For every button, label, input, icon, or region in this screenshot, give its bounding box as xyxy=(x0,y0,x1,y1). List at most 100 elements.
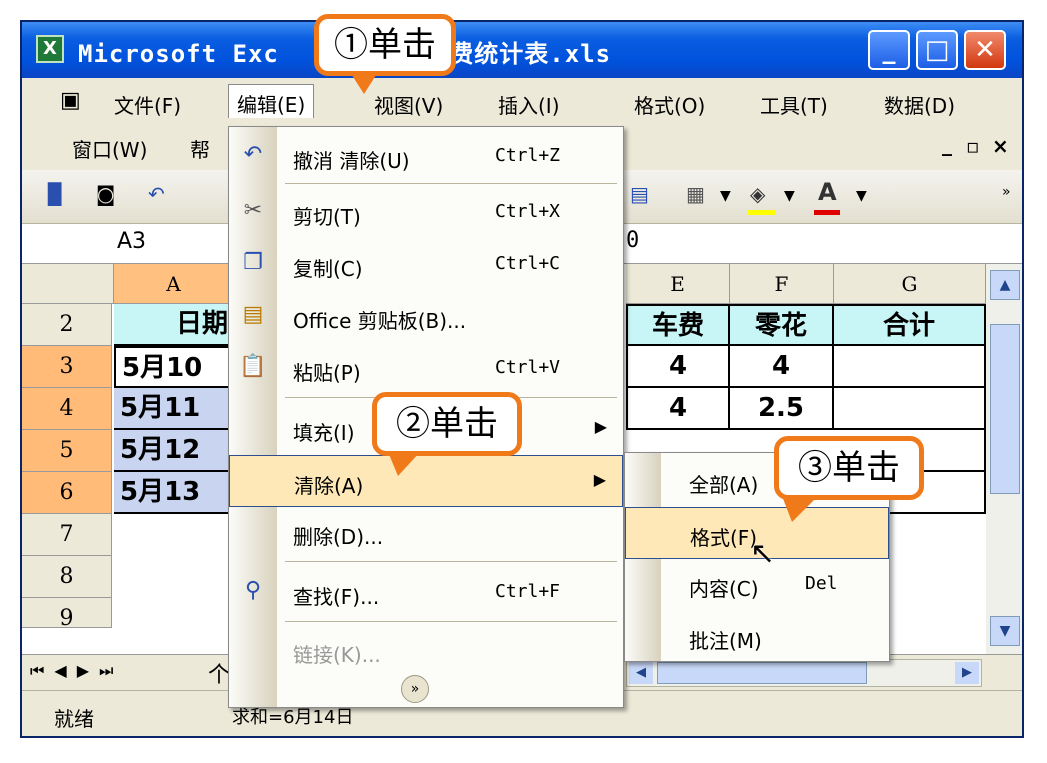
menu-item-clear-label: 清除(A) xyxy=(294,474,364,498)
menu-file[interactable]: 文件(F) xyxy=(114,90,181,119)
menu-data[interactable]: 数据(D) xyxy=(884,90,955,119)
scroll-up-icon[interactable]: ▲ xyxy=(990,270,1020,300)
submenu-item-comments[interactable]: 批注(M) xyxy=(625,611,889,663)
font-color-icon[interactable]: A xyxy=(818,178,837,206)
doc-close-icon[interactable]: × xyxy=(992,134,1009,158)
cell-g4[interactable] xyxy=(834,388,986,430)
menu-item-copy[interactable]: ❐ 复制(C) Ctrl+C xyxy=(229,239,623,291)
row-header-9[interactable]: 9 xyxy=(22,598,112,628)
menu-item-fill-label: 填充(I) xyxy=(293,421,355,445)
submenu-arrow-icon: ▶ xyxy=(594,417,607,436)
select-all-corner[interactable] xyxy=(22,264,114,304)
maximize-button[interactable]: □ xyxy=(916,30,958,70)
cell-g3[interactable] xyxy=(834,346,986,388)
fill-color-icon[interactable]: ◈ xyxy=(750,182,765,210)
menu-format[interactable]: 格式(O) xyxy=(634,90,705,119)
menu-help[interactable]: 帮 xyxy=(190,134,210,163)
doc-restore-icon[interactable]: ▫ xyxy=(966,134,980,158)
cell-f2[interactable]: 零花 xyxy=(730,304,834,346)
toolbar-options-icon[interactable]: » xyxy=(1002,184,1011,212)
menu-item-find[interactable]: ⚲ 查找(F)... Ctrl+F xyxy=(229,567,623,619)
cell-a4[interactable]: 5月11 xyxy=(114,388,234,430)
menu-item-delete[interactable]: 删除(D)... xyxy=(229,507,623,559)
submenu-item-all-label: 全部(A) xyxy=(689,473,759,497)
menu-separator xyxy=(285,621,617,622)
menu-view[interactable]: 视图(V) xyxy=(374,90,443,119)
scroll-left-icon[interactable]: ◀ xyxy=(629,662,653,684)
menu-item-office-clipboard-label: Office 剪贴板(B)... xyxy=(293,309,467,333)
menu-insert[interactable]: 插入(I) xyxy=(498,90,560,119)
cell-f3[interactable]: 4 xyxy=(730,346,834,388)
column-header-f[interactable]: F xyxy=(730,264,834,304)
cell-g2[interactable]: 合计 xyxy=(834,304,986,346)
menu-tools[interactable]: 工具(T) xyxy=(760,90,828,119)
row-header-2[interactable]: 2 xyxy=(22,304,112,346)
column-header-a[interactable]: A xyxy=(114,264,234,304)
scroll-thumb[interactable] xyxy=(990,324,1020,494)
vertical-scrollbar[interactable]: ▲ ▼ xyxy=(986,264,1022,654)
cell-a5[interactable]: 5月12 xyxy=(114,430,234,472)
cell-a2[interactable]: 日期 xyxy=(114,304,234,346)
title-bar[interactable]: X Microsoft Exc .消费统计表.xls _ □ ✕ xyxy=(22,22,1022,78)
minimize-button[interactable]: _ xyxy=(868,30,910,70)
cell-e4[interactable]: 4 xyxy=(626,388,730,430)
camera-icon[interactable]: ◙ xyxy=(96,182,115,210)
menu-separator xyxy=(285,561,617,562)
merge-center-icon[interactable]: ▤ xyxy=(630,182,649,210)
menu-item-clear[interactable]: 清除(A) ▶ xyxy=(229,455,623,507)
expand-menu-icon[interactable]: » xyxy=(401,675,429,703)
doc-minimize-icon[interactable]: _ xyxy=(942,132,952,156)
cell-e2[interactable]: 车费 xyxy=(626,304,730,346)
menu-item-paste-label: 粘贴(P) xyxy=(293,361,361,385)
cell-a6[interactable]: 5月13 xyxy=(114,472,234,514)
scroll-right-icon[interactable]: ▶ xyxy=(955,662,979,684)
row-header-4[interactable]: 4 xyxy=(22,388,112,430)
menu-item-cut-shortcut: Ctrl+X xyxy=(495,201,561,222)
font-color-swatch xyxy=(814,210,840,215)
undo-icon[interactable]: ↶ xyxy=(148,182,165,210)
menu-window[interactable]: 窗口(W) xyxy=(72,134,147,163)
clipboard-icon: ▤ xyxy=(242,302,264,327)
close-icon: ✕ xyxy=(974,35,996,65)
paste-icon: 📋 xyxy=(239,354,267,379)
menu-item-office-clipboard[interactable]: ▤ Office 剪贴板(B)... xyxy=(229,291,623,343)
row-header-8[interactable]: 8 xyxy=(22,556,112,598)
menu-separator xyxy=(285,183,617,184)
callout-step-3-tail xyxy=(782,496,818,522)
save-icon[interactable]: ▉ xyxy=(48,182,63,210)
row-header-7[interactable]: 7 xyxy=(22,514,112,556)
mouse-cursor-icon: ↖ xyxy=(750,536,776,571)
sheet-nav-icons[interactable]: ⏮◀▶⏭ xyxy=(30,661,123,681)
menu-item-find-shortcut: Ctrl+F xyxy=(495,581,561,602)
name-box[interactable]: A3 xyxy=(22,224,242,263)
menu-item-paste[interactable]: 📋 粘贴(P) Ctrl+V xyxy=(229,343,623,395)
submenu-item-contents-shortcut: Del xyxy=(805,573,838,594)
borders-icon[interactable]: ▦ xyxy=(686,182,705,210)
font-color-dropdown-icon[interactable]: ▼ xyxy=(856,188,867,216)
scroll-down-icon[interactable]: ▼ xyxy=(990,616,1020,646)
row-header-6[interactable]: 6 xyxy=(22,472,112,514)
fill-color-dropdown-icon[interactable]: ▼ xyxy=(784,188,795,216)
formula-input[interactable]: 0 xyxy=(626,228,639,253)
menu-edit[interactable]: 编辑(E) xyxy=(228,84,315,118)
row-header-5[interactable]: 5 xyxy=(22,430,112,472)
column-header-e[interactable]: E xyxy=(626,264,730,304)
borders-dropdown-icon[interactable]: ▼ xyxy=(720,188,731,216)
column-header-g[interactable]: G xyxy=(834,264,986,304)
menu-item-paste-shortcut: Ctrl+V xyxy=(495,357,561,378)
excel-icon[interactable]: X xyxy=(36,35,64,63)
close-button[interactable]: ✕ xyxy=(964,30,1006,70)
horizontal-scrollbar[interactable]: ◀ ▶ xyxy=(626,659,982,687)
cell-e3[interactable]: 4 xyxy=(626,346,730,388)
sheet-tab[interactable]: 个 xyxy=(208,657,230,689)
menu-item-cut[interactable]: ✂ 剪切(T) Ctrl+X xyxy=(229,187,623,239)
menu-item-undo[interactable]: ↶ 撤消 清除(U) Ctrl+Z xyxy=(229,131,623,183)
callout-step-1-tail xyxy=(350,72,378,94)
hscroll-thumb[interactable] xyxy=(657,662,867,684)
cell-f4[interactable]: 2.5 xyxy=(730,388,834,430)
cell-a3[interactable]: 5月10 xyxy=(114,346,234,388)
row-header-3[interactable]: 3 xyxy=(22,346,112,388)
minimize-icon: _ xyxy=(882,35,896,65)
excel-doc-icon[interactable]: ▣ xyxy=(60,88,81,113)
menu-item-undo-shortcut: Ctrl+Z xyxy=(495,145,561,166)
